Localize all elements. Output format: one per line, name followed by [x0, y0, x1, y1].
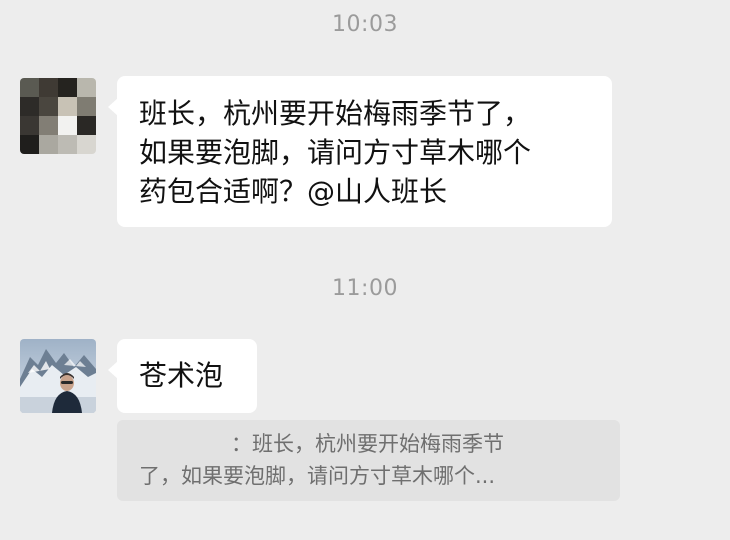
quoted-line: 了，如果要泡脚，请问方寸草木哪个... [139, 464, 496, 488]
message-bubble-reply[interactable]: 苍术泡 [108, 339, 257, 413]
quoted-line: ：班长，杭州要开始梅雨季节 [231, 432, 504, 456]
message-line: 药包合适啊？@山人班长 [139, 175, 448, 208]
message-bubble-question[interactable]: 班长，杭州要开始梅雨季节了， 如果要泡脚，请问方寸草木哪个 药包合适啊？@山人班… [108, 76, 612, 227]
message-line: 班长，杭州要开始梅雨季节了， [139, 97, 532, 130]
mountain-portrait-avatar-icon[interactable] [20, 339, 96, 413]
message-line: 如果要泡脚，请问方寸草木哪个 [139, 136, 532, 169]
message-text-question: 班长，杭州要开始梅雨季节了， 如果要泡脚，请问方寸草木哪个 药包合适啊？@山人班… [139, 94, 599, 211]
timestamp-1003: 10:03 [332, 12, 398, 37]
timestamp-1100: 11:00 [332, 276, 398, 301]
message-text-reply: 苍术泡 [139, 359, 224, 392]
quoted-message[interactable]: ：班长，杭州要开始梅雨季节 了，如果要泡脚，请问方寸草木哪个... [117, 420, 620, 501]
pixelated-avatar-icon[interactable] [20, 78, 96, 154]
